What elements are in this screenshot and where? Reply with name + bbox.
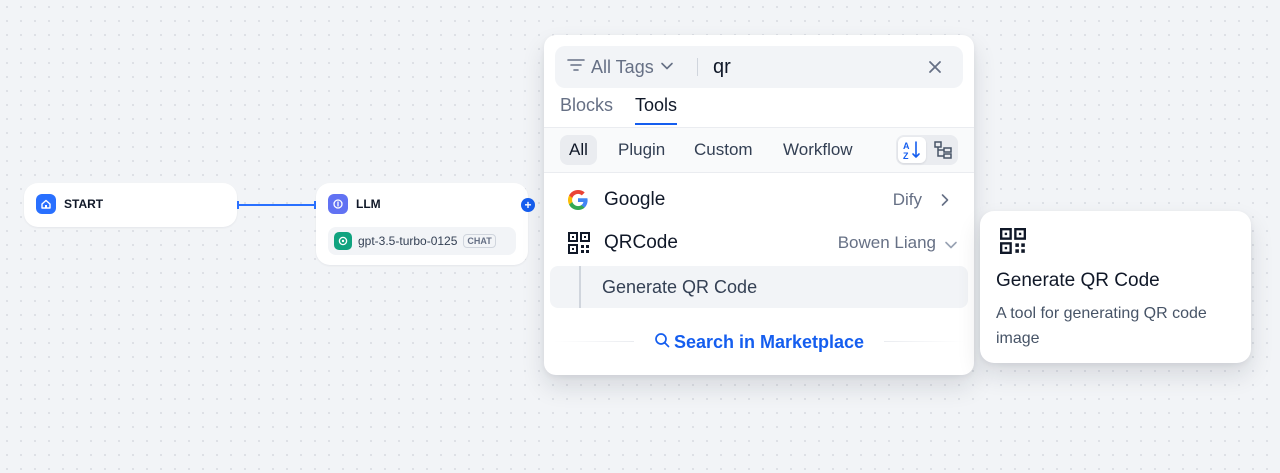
- subtab-plugin[interactable]: Plugin: [609, 135, 674, 165]
- tool-preview-description: A tool for generating QR code image: [996, 305, 1207, 347]
- chevron-down-icon: [660, 58, 674, 76]
- tree-indent-line: [579, 266, 581, 308]
- qrcode-icon: [568, 232, 590, 259]
- qrcode-icon: [1000, 228, 1026, 259]
- tab-tools[interactable]: Tools: [635, 95, 678, 125]
- provider-author: Dify: [892, 190, 922, 209]
- llm-brain-icon: [328, 194, 348, 214]
- subtab-all[interactable]: All: [560, 135, 597, 165]
- tool-type-tabs: All Plugin Custom Workflow A Z: [544, 127, 974, 173]
- search-marketplace-link[interactable]: Search in Marketplace: [654, 332, 864, 353]
- tree-view-icon[interactable]: [929, 137, 957, 163]
- block-selector-panel: All Tags Blocks Tools All Plugin Custom …: [544, 35, 974, 375]
- search-bar: All Tags: [555, 46, 963, 88]
- provider-row-google[interactable]: Google Dify: [550, 179, 968, 221]
- marketplace-search: Search in Marketplace: [544, 329, 974, 355]
- divider-right: [884, 341, 964, 342]
- model-name: gpt-3.5-turbo-0125: [358, 234, 458, 248]
- clear-search-button[interactable]: [927, 59, 943, 75]
- add-next-node-button[interactable]: +: [521, 198, 535, 212]
- model-mode-badge: CHAT: [463, 234, 496, 248]
- provider-name: QRCode: [604, 232, 678, 253]
- openai-icon: [334, 232, 352, 250]
- tool-preview-card: Generate QR Code A tool for generating Q…: [980, 211, 1251, 363]
- provider-author: Bowen Liang: [837, 233, 936, 252]
- google-icon: [566, 188, 590, 217]
- svg-text:A: A: [903, 141, 910, 151]
- provider-name: Google: [604, 189, 666, 210]
- search-input[interactable]: [713, 53, 913, 81]
- start-node-title: START: [64, 197, 104, 211]
- search-icon: [654, 332, 670, 353]
- tags-filter-label: All Tags: [591, 56, 654, 77]
- filter-icon: [567, 58, 585, 77]
- home-icon: [36, 194, 56, 214]
- tags-filter[interactable]: All Tags: [567, 46, 674, 88]
- divider-left: [554, 341, 634, 342]
- tool-name: Generate QR Code: [602, 276, 758, 297]
- provider-row-qrcode[interactable]: QRCode Bowen Liang: [550, 222, 968, 264]
- close-icon: [929, 61, 941, 73]
- edge-start-llm[interactable]: [238, 204, 316, 206]
- sort-az-icon[interactable]: A Z: [897, 137, 926, 163]
- search-divider: [697, 58, 698, 76]
- main-tabs: Blocks Tools: [560, 95, 678, 125]
- subtab-custom[interactable]: Custom: [685, 135, 762, 165]
- view-mode-toggle: A Z: [896, 135, 958, 165]
- chevron-down-icon: [944, 237, 958, 255]
- tool-preview-title: Generate QR Code: [996, 270, 1160, 291]
- model-selector[interactable]: gpt-3.5-turbo-0125 CHAT: [328, 227, 516, 255]
- tab-blocks[interactable]: Blocks: [560, 95, 613, 125]
- llm-node[interactable]: LLM gpt-3.5-turbo-0125 CHAT: [316, 183, 528, 265]
- subtab-workflow[interactable]: Workflow: [774, 135, 862, 165]
- llm-node-title: LLM: [356, 197, 381, 211]
- marketplace-label: Search in Marketplace: [673, 331, 865, 352]
- edge-handle-source[interactable]: [237, 201, 239, 209]
- start-node[interactable]: START: [24, 183, 237, 227]
- svg-text:Z: Z: [903, 151, 909, 160]
- chevron-right-icon: [940, 192, 950, 213]
- tool-row-generate-qr-code[interactable]: Generate QR Code: [550, 266, 968, 308]
